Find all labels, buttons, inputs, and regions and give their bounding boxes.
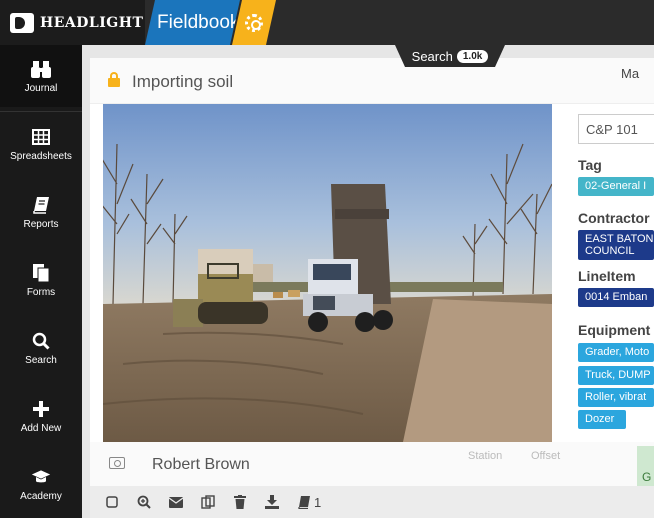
forms-icon: [31, 263, 51, 283]
sidebar-item-label: Journal: [24, 82, 58, 94]
equipment-chip[interactable]: Grader, Moto: [578, 343, 654, 362]
search-toggle[interactable]: Search 1.0k: [395, 45, 505, 67]
map-header-label: Ma: [621, 66, 640, 81]
lineitem-label: LineItem: [578, 268, 636, 284]
product-tab[interactable]: Fieldbook: [145, 0, 240, 45]
gear-icon: [245, 14, 263, 32]
select-checkbox-icon[interactable]: [96, 486, 128, 518]
search-count-badge: 1.0k: [457, 50, 488, 63]
lock-icon[interactable]: [108, 72, 120, 87]
search-tab-label: Search: [411, 48, 453, 64]
product-name: Fieldbook: [157, 11, 240, 33]
headlight-logo-icon: [10, 12, 34, 33]
trash-icon[interactable]: [224, 486, 256, 518]
sidebar-item-label: Spreadsheets: [10, 150, 72, 162]
grid-icon: [31, 127, 51, 147]
sidebar-item-label: Forms: [26, 286, 56, 298]
offset-field[interactable]: Offset: [531, 450, 560, 462]
binoculars-icon: [31, 59, 51, 79]
equipment-label: Equipment: [578, 322, 651, 338]
book-icon: [31, 195, 51, 215]
sidebar-item-label: Academy: [20, 490, 62, 502]
sidebar-item-label: Search: [25, 354, 57, 366]
report-count: 1: [314, 494, 322, 510]
sidebar-item-forms[interactable]: Forms: [0, 249, 82, 311]
project-field[interactable]: C&P 101: [578, 114, 654, 144]
search-icon: [31, 331, 51, 351]
contractor-label: Contractor: [578, 210, 650, 226]
top-bar: HEADLIGHT Fieldbook: [0, 0, 654, 45]
sidebar: Journal Spreadsheets Reports Forms Searc…: [0, 45, 82, 518]
contractor-chip[interactable]: EAST BATON COUNCIL: [578, 230, 654, 260]
tag-label: Tag: [578, 157, 602, 173]
sidebar-item-journal[interactable]: Journal: [0, 45, 82, 107]
brand-logo[interactable]: HEADLIGHT: [0, 0, 145, 45]
sidebar-item-search[interactable]: Search: [0, 317, 82, 379]
divider: [0, 111, 82, 112]
camera-icon[interactable]: [109, 457, 125, 469]
graduation-cap-icon: [31, 467, 51, 487]
author-name: Robert Brown: [152, 456, 250, 473]
entry-info-row: Robert Brown Station Offset G: [90, 442, 654, 486]
equipment-chip[interactable]: Roller, vibrat: [578, 388, 654, 407]
plus-icon: [31, 399, 51, 419]
sidebar-item-academy[interactable]: Academy: [0, 453, 82, 515]
entry-header: Importing soil Ma: [90, 58, 654, 104]
sidebar-item-spreadsheets[interactable]: Spreadsheets: [0, 113, 82, 175]
equipment-chip[interactable]: Truck, DUMP: [578, 366, 654, 385]
equipment-chip[interactable]: Dozer: [578, 410, 626, 429]
lineitem-chip[interactable]: 0014 Emban: [578, 288, 654, 307]
zoom-in-icon[interactable]: [128, 486, 160, 518]
photo-image: [103, 104, 552, 442]
station-field[interactable]: Station: [468, 450, 502, 462]
map-label: G: [642, 470, 652, 484]
map-thumbnail[interactable]: G: [637, 446, 654, 486]
settings-button[interactable]: [232, 0, 276, 45]
entry-title[interactable]: Importing soil: [132, 72, 233, 92]
copy-icon[interactable]: [192, 486, 224, 518]
sidebar-item-label: Add New: [20, 422, 62, 434]
entry-photo[interactable]: [103, 104, 552, 442]
brand-name: HEADLIGHT: [40, 14, 144, 31]
sidebar-item-reports[interactable]: Reports: [0, 181, 82, 243]
email-icon[interactable]: [160, 486, 192, 518]
entry-toolbar: 1: [90, 486, 654, 518]
download-icon[interactable]: [256, 486, 288, 518]
sidebar-item-add-new[interactable]: Add New: [0, 385, 82, 447]
tag-chip[interactable]: 02-General I: [578, 177, 654, 196]
sidebar-item-label: Reports: [23, 218, 59, 230]
